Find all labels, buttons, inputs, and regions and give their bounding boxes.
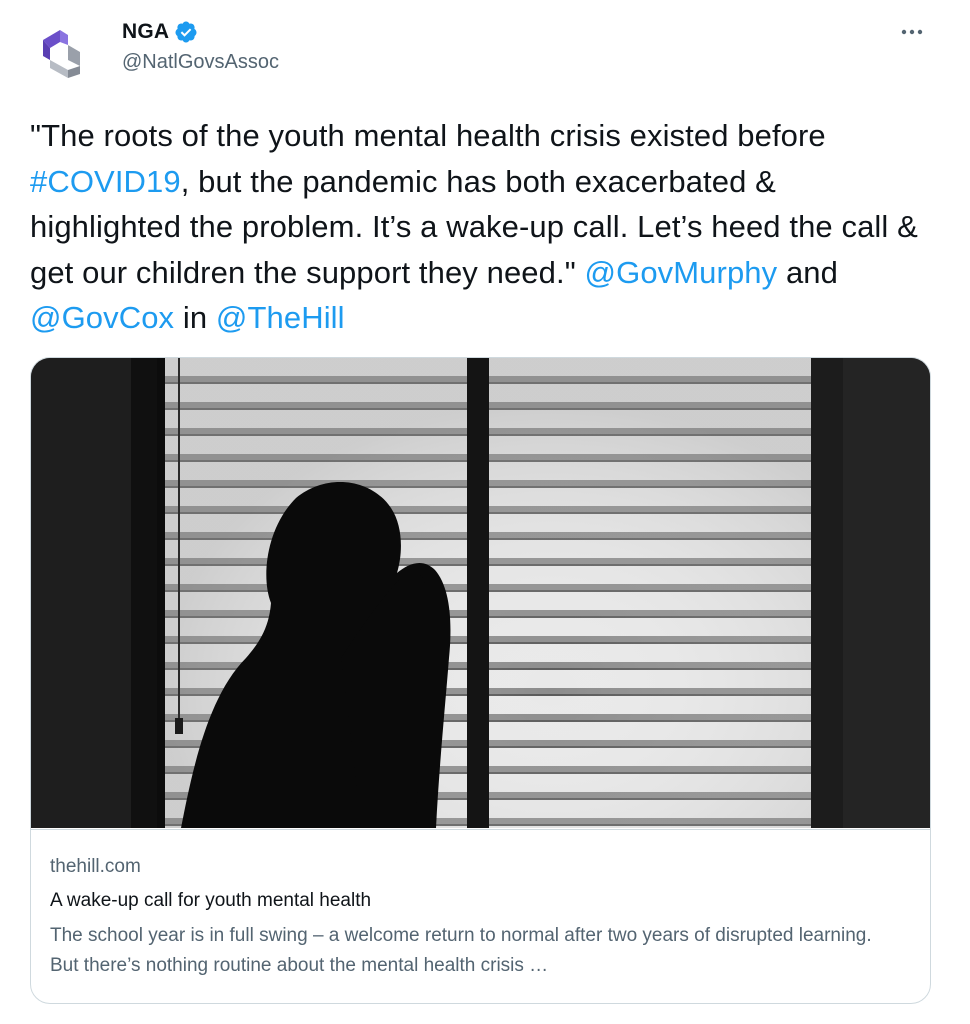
display-name[interactable]: NGA bbox=[122, 20, 169, 44]
tweet-text: "The roots of the youth mental health cr… bbox=[30, 113, 930, 341]
tweet-text-part: and bbox=[777, 254, 838, 290]
hashtag-link[interactable]: #COVID19 bbox=[30, 164, 181, 199]
card-image[interactable] bbox=[31, 358, 930, 828]
verified-badge-icon bbox=[175, 21, 197, 43]
card-info: thehill.com A wake-up call for youth men… bbox=[31, 829, 930, 981]
card-description: The school year is in full swing – a wel… bbox=[50, 925, 872, 976]
card-domain: thehill.com bbox=[50, 856, 141, 877]
mention-link-govcox[interactable]: @GovCox bbox=[30, 300, 174, 335]
tweet-text-part: in bbox=[174, 300, 216, 335]
more-horizontal-icon bbox=[901, 29, 923, 35]
handle[interactable]: @NatlGovsAssoc bbox=[122, 51, 279, 74]
author-info: NGA @NatlGovsAssoc bbox=[122, 18, 279, 74]
tweet-text-part: "The roots of the youth mental health cr… bbox=[30, 118, 826, 153]
name-row: NGA bbox=[122, 18, 279, 46]
more-menu-button[interactable] bbox=[894, 18, 930, 46]
card-title[interactable]: A wake-up call for youth mental health bbox=[50, 888, 911, 914]
tweet-container: NGA @NatlGovsAssoc "The roots of the you… bbox=[0, 0, 970, 1024]
link-preview-card[interactable]: thehill.com A wake-up call for youth men… bbox=[30, 357, 931, 1004]
nga-logo-icon[interactable] bbox=[30, 16, 102, 88]
mention-link-govmurphy[interactable]: @GovMurphy bbox=[585, 255, 778, 290]
mention-link-thehill[interactable]: @TheHill bbox=[216, 300, 345, 335]
